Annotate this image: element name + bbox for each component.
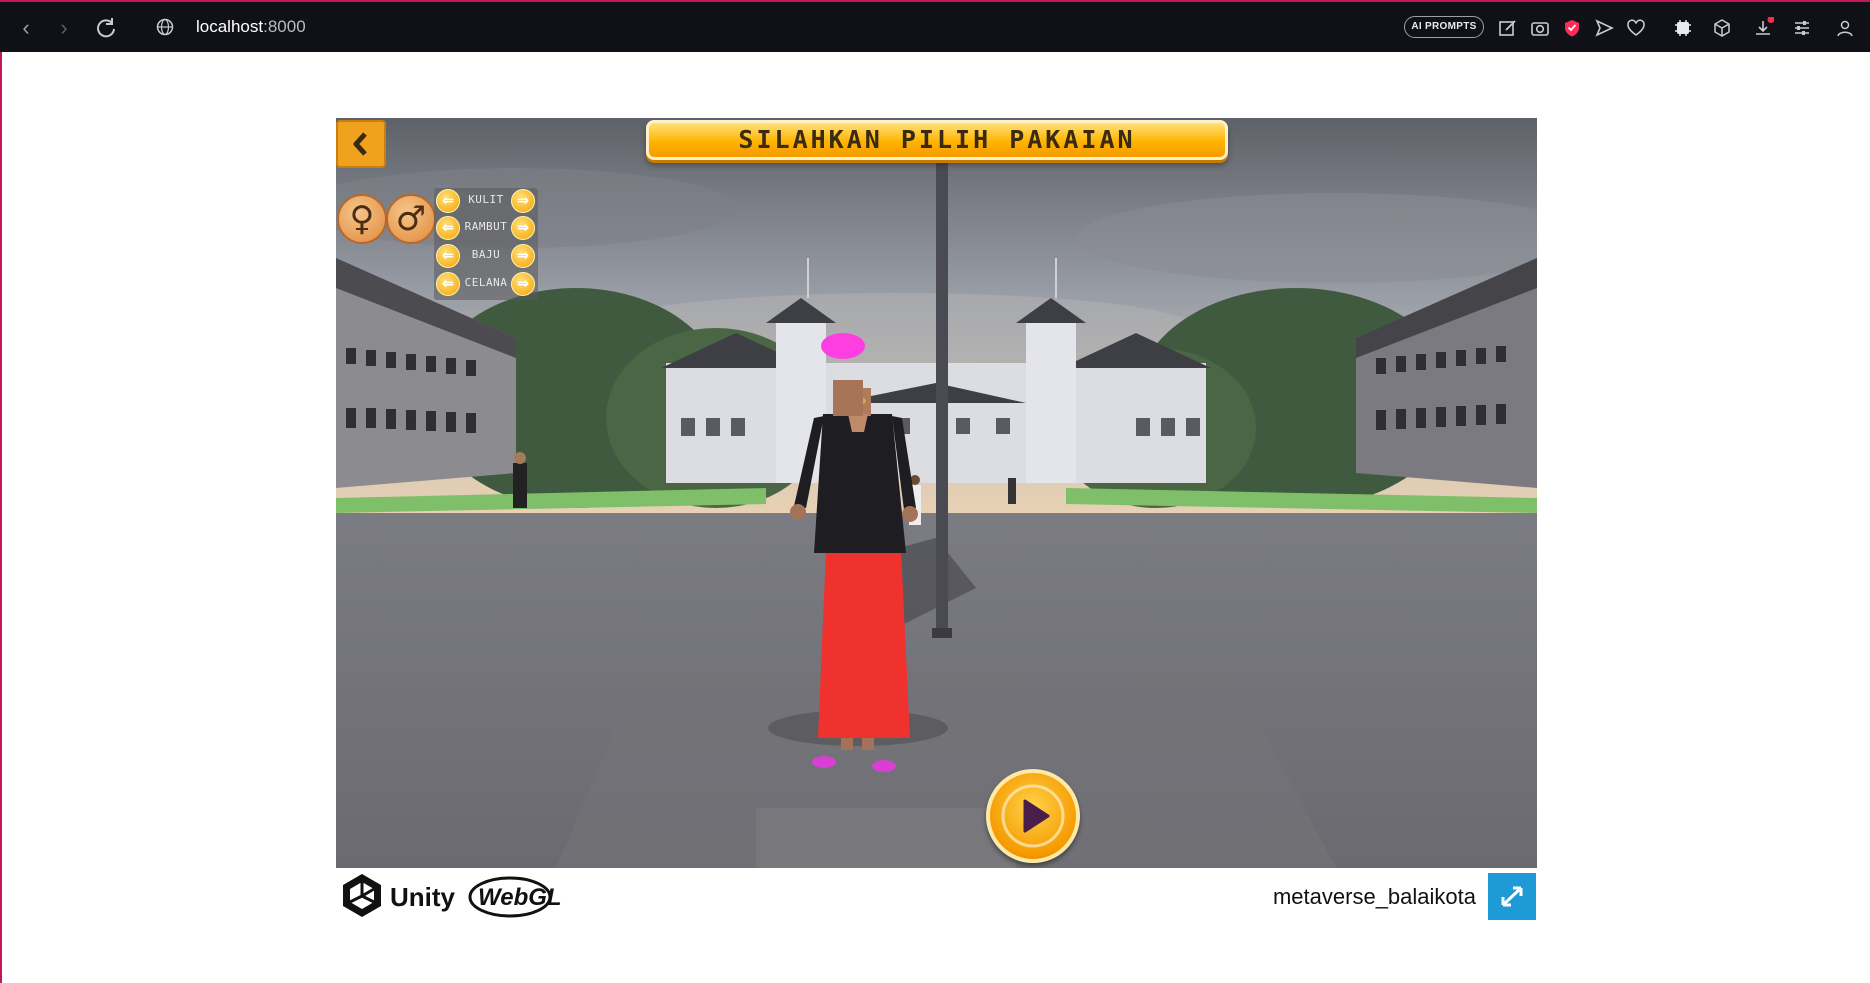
- prev-kulit-button[interactable]: ⇐: [436, 189, 460, 213]
- female-gender-button[interactable]: ♀: [337, 194, 387, 244]
- instruction-banner: SILAHKAN PILIH PAKAIAN: [646, 120, 1228, 160]
- ai-prompts-button[interactable]: AI PROMPTS: [1404, 16, 1484, 38]
- cube-icon[interactable]: [1711, 17, 1733, 39]
- forward-nav-icon[interactable]: ›: [50, 14, 78, 42]
- shield-icon[interactable]: [1561, 17, 1583, 39]
- build-title: metaverse_balaikota: [1272, 884, 1476, 909]
- option-label: CELANA: [464, 276, 508, 289]
- edit-icon[interactable]: [1497, 17, 1519, 39]
- play-button[interactable]: [986, 769, 1080, 863]
- option-row-kulit: ⇐ KULIT ⇒: [434, 189, 538, 213]
- settings-icon[interactable]: [1791, 17, 1813, 39]
- option-label: BAJU: [471, 248, 501, 261]
- option-row-celana: ⇐ CELANA ⇒: [434, 272, 538, 296]
- heart-icon[interactable]: [1625, 17, 1647, 39]
- option-row-rambut: ⇐ RAMBUT ⇒: [434, 216, 538, 240]
- unity-label: Unity: [390, 882, 455, 912]
- extensions-icon[interactable]: [1672, 17, 1694, 39]
- download-icon[interactable]: [1752, 17, 1774, 39]
- option-row-baju: ⇐ BAJU ⇒: [434, 244, 538, 268]
- site-info-icon[interactable]: [156, 18, 174, 41]
- window-border: [0, 52, 2, 983]
- address-bar[interactable]: localhost:8000: [196, 17, 306, 37]
- back-button[interactable]: [336, 120, 386, 168]
- fullscreen-icon: [1501, 886, 1523, 907]
- profile-icon[interactable]: [1834, 17, 1856, 39]
- url-port: :8000: [263, 17, 306, 36]
- prev-rambut-button[interactable]: ⇐: [436, 216, 460, 240]
- reload-icon[interactable]: [92, 14, 120, 42]
- unity-logo-icon: [343, 874, 381, 917]
- url-host: localhost: [196, 17, 264, 36]
- camera-icon[interactable]: [1529, 17, 1551, 39]
- option-label: KULIT: [468, 193, 504, 206]
- prev-celana-button[interactable]: ⇐: [436, 272, 460, 296]
- unity-game-canvas[interactable]: SILAHKAN PILIH PAKAIAN ♀ ♂ ⇐ KULIT ⇒ ⇐ R…: [336, 118, 1537, 868]
- prev-baju-button[interactable]: ⇐: [436, 244, 460, 268]
- chevron-left-icon: [353, 132, 367, 156]
- next-baju-button[interactable]: ⇒: [511, 244, 535, 268]
- back-nav-icon[interactable]: ‹: [12, 14, 40, 42]
- male-gender-button[interactable]: ♂: [386, 194, 436, 244]
- webgl-label: WebGL: [478, 884, 562, 911]
- send-icon[interactable]: [1593, 17, 1615, 39]
- option-label: RAMBUT: [464, 220, 508, 233]
- next-kulit-button[interactable]: ⇒: [511, 189, 535, 213]
- next-celana-button[interactable]: ⇒: [511, 272, 535, 296]
- next-rambut-button[interactable]: ⇒: [511, 216, 535, 240]
- customization-panel: ⇐ KULIT ⇒ ⇐ RAMBUT ⇒ ⇐ BAJU ⇒ ⇐ CELANA ⇒: [434, 188, 538, 300]
- browser-toolbar: ‹ › localhost:8000 AI PROMPTS: [0, 0, 1870, 52]
- fullscreen-button[interactable]: [1488, 873, 1536, 920]
- play-icon: [1001, 784, 1065, 848]
